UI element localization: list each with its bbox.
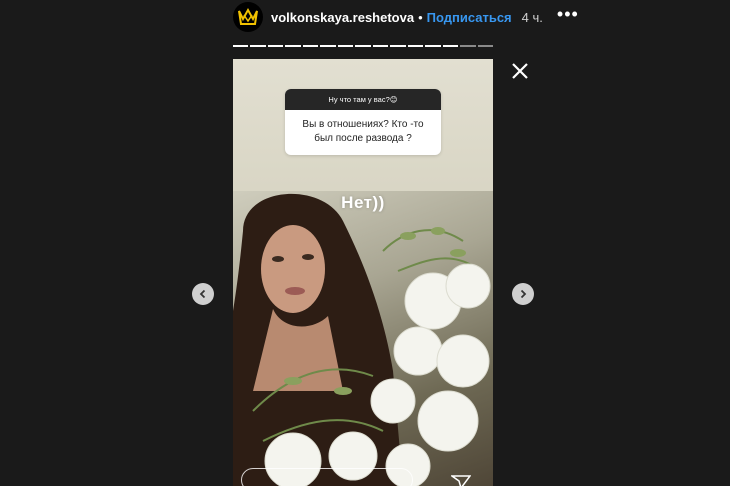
progress-segment xyxy=(425,45,441,47)
post-time: 4 ч. xyxy=(521,9,543,25)
next-story-button[interactable] xyxy=(512,283,534,305)
progress-segment xyxy=(355,45,371,47)
progress-segment xyxy=(390,45,406,47)
username-link[interactable]: volkonskaya.reshetova xyxy=(271,10,414,25)
crown-logo-icon xyxy=(238,7,258,25)
previous-story-button[interactable] xyxy=(192,283,214,305)
progress-segment xyxy=(372,45,389,47)
progress-segment xyxy=(267,45,284,47)
progress-segment xyxy=(285,45,301,47)
progress-segment xyxy=(407,45,424,47)
question-sticker: Ну что там у вас?😊 Вы в отношениях? Кто … xyxy=(285,89,441,155)
question-text: Вы в отношениях? Кто -то был после разво… xyxy=(302,119,424,144)
progress-segment xyxy=(477,45,494,47)
reply-input[interactable] xyxy=(241,468,413,486)
chevron-right-icon xyxy=(520,289,527,299)
progress-segment xyxy=(233,45,249,47)
answer-text: Нет)) xyxy=(341,193,385,212)
story-photo xyxy=(233,191,493,486)
progress-segment xyxy=(460,45,476,47)
story-header: volkonskaya.reshetova • Подписаться 4 ч.… xyxy=(233,2,578,32)
progress-segment xyxy=(320,45,336,47)
story-progress-bar xyxy=(233,45,494,47)
progress-segment xyxy=(302,45,319,47)
chevron-left-icon xyxy=(199,289,206,299)
close-button[interactable] xyxy=(509,60,531,82)
close-icon xyxy=(512,63,528,79)
progress-segment xyxy=(250,45,266,47)
follow-button[interactable]: Подписаться xyxy=(427,10,512,25)
progress-segment xyxy=(337,45,354,47)
more-options-button[interactable]: ••• xyxy=(557,5,579,26)
story-frame[interactable]: Ну что там у вас?😊 Вы в отношениях? Кто … xyxy=(233,59,493,486)
progress-segment xyxy=(442,45,459,47)
portrait-with-flowers-image xyxy=(233,193,491,486)
avatar[interactable] xyxy=(233,2,263,32)
separator-dot: • xyxy=(418,9,423,25)
send-icon[interactable] xyxy=(451,475,471,486)
question-prompt: Ну что там у вас?😊 xyxy=(285,89,441,110)
